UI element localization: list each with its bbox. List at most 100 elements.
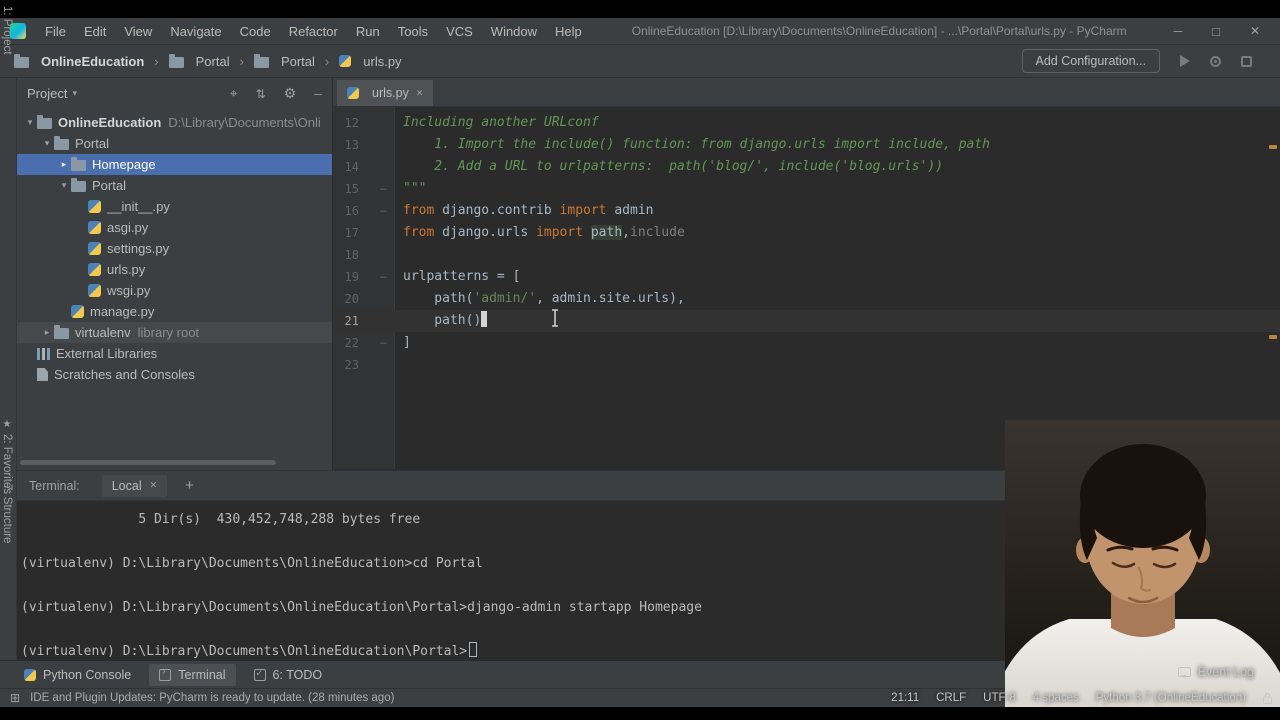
tree-item-sublabel: D:\Library\Documents\Onli — [168, 115, 321, 130]
tree-item-homepage[interactable]: ▸ Homepage — [17, 154, 332, 175]
python-file-icon — [339, 55, 352, 67]
scrollbar-warning-mark — [1269, 145, 1277, 149]
menu-item-code[interactable]: Code — [231, 20, 280, 43]
line-number: 16 — [344, 204, 359, 218]
fold-marker-icon[interactable]: − — [359, 332, 395, 354]
code-line-18[interactable]: 18 — [333, 244, 1280, 266]
tool-stripe-project[interactable]: 1: Project — [1, 6, 13, 55]
line-separator-widget[interactable]: CRLF — [936, 692, 966, 704]
tree-item-onlineeducation[interactable]: ▾ OnlineEducation D:\Library\Documents\Onl… — [17, 112, 332, 133]
code-line-23[interactable]: 23 — [333, 354, 1280, 376]
tree-item-manage-py[interactable]: manage.py — [17, 301, 332, 322]
tree-item-virtualenv[interactable]: ▸ virtualenv library root — [17, 322, 332, 343]
tree-item-urls-py[interactable]: urls.py — [17, 259, 332, 280]
code-line-16[interactable]: 16− from django.contrib import admin — [333, 200, 1280, 222]
select-opened-file-icon[interactable] — [230, 85, 238, 102]
code-line-22[interactable]: 22−] — [333, 332, 1280, 354]
code-text: """ — [403, 181, 427, 196]
fold-marker-spacer — [359, 222, 395, 244]
menu-item-vcs[interactable]: VCS — [437, 20, 482, 43]
expand-arrow-icon[interactable]: ▾ — [57, 180, 71, 191]
coverage-icon[interactable] — [1241, 55, 1252, 67]
scrollbar-warning-mark — [1269, 335, 1277, 339]
code-line-15[interactable]: 15− """ — [333, 178, 1280, 200]
maximize-icon[interactable] — [1212, 24, 1220, 39]
code-line-13[interactable]: 13 1. Import the include() function: fro… — [333, 134, 1280, 156]
expand-arrow-icon[interactable]: ▾ — [23, 117, 37, 128]
tree-item-portal[interactable]: ▾ Portal — [17, 133, 332, 154]
debug-icon[interactable] — [1210, 55, 1221, 67]
fold-marker-icon[interactable]: − — [359, 200, 395, 222]
menu-item-help[interactable]: Help — [546, 20, 591, 43]
close-tab-icon[interactable] — [416, 88, 424, 99]
menu-item-tools[interactable]: Tools — [389, 20, 437, 43]
toolwindow-button-terminal[interactable]: Terminal — [149, 663, 236, 686]
collapse-all-icon[interactable] — [256, 85, 266, 101]
tool-stripe-favorites[interactable]: ★ 2: Favorites — [1, 419, 13, 494]
status-message[interactable]: IDE and Plugin Updates: PyCharm is ready… — [30, 692, 394, 704]
fold-marker-icon[interactable]: − — [359, 178, 395, 200]
expand-arrow-icon[interactable]: ▸ — [40, 327, 54, 338]
minimize-icon[interactable] — [1174, 24, 1183, 38]
project-view-selector[interactable]: Project ▾ — [27, 86, 77, 101]
tool-stripe-structure[interactable]: 7: Structure — [1, 484, 13, 543]
menu-item-view[interactable]: View — [115, 20, 161, 43]
breadcrumb-item-onlineeducation[interactable]: OnlineEducation — [14, 53, 144, 69]
menu-item-run[interactable]: Run — [347, 20, 389, 43]
expand-arrow-icon[interactable]: ▸ — [57, 159, 71, 170]
menu-item-window[interactable]: Window — [482, 20, 546, 43]
gear-icon[interactable] — [284, 85, 297, 102]
terminal-tab-label: Local — [111, 478, 142, 493]
toolwindow-button-6-todo[interactable]: 6: TODO — [244, 664, 333, 686]
code-line-21[interactable]: 21 path() — [333, 310, 1280, 332]
menu-item-navigate[interactable]: Navigate — [161, 20, 230, 43]
event-log-button[interactable]: Event Log — [1177, 665, 1254, 679]
menu-item-edit[interactable]: Edit — [75, 20, 115, 43]
tree-item-external-libraries[interactable]: External Libraries — [17, 343, 332, 364]
fold-marker-spacer — [359, 288, 395, 310]
breadcrumb-item-portal[interactable]: Portal — [253, 53, 315, 69]
run-icon[interactable] — [1180, 55, 1190, 67]
line-number: 18 — [344, 248, 359, 262]
fold-marker-icon[interactable]: − — [359, 266, 395, 288]
tree-item-wsgi-py[interactable]: wsgi.py — [17, 280, 332, 301]
tree-item-scratches-and-consoles[interactable]: Scratches and Consoles — [17, 364, 332, 385]
code-line-12[interactable]: 12 Including another URLconf — [333, 112, 1280, 134]
favorites-star-icon: ★ — [1, 419, 13, 430]
window-title: OnlineEducation [D:\Library\Documents\On… — [631, 24, 1127, 38]
folder-icon — [71, 178, 86, 192]
run-toolbar: Add Configuration... — [1021, 49, 1267, 73]
new-terminal-icon[interactable]: + — [185, 477, 194, 494]
breadcrumb-item-portal[interactable]: Portal — [168, 53, 230, 69]
interpreter-widget[interactable]: Python 3.7 (OnlineEducation) — [1096, 692, 1246, 704]
close-icon[interactable] — [1250, 24, 1260, 38]
lock-icon[interactable] — [1263, 692, 1272, 704]
caret-position-widget[interactable]: 21:11 — [891, 692, 919, 704]
toolwindow-switcher-icon[interactable] — [10, 691, 20, 705]
menu-item-refactor[interactable]: Refactor — [280, 20, 347, 43]
menu-item-file[interactable]: File — [36, 20, 75, 43]
toolwindow-button-python-console[interactable]: Python Console — [14, 664, 141, 686]
terminal-tab-local[interactable]: Local — [101, 474, 168, 497]
code-line-17[interactable]: 17 from django.urls import path,include — [333, 222, 1280, 244]
expand-arrow-icon[interactable]: ▾ — [40, 138, 54, 149]
tree-item-settings-py[interactable]: settings.py — [17, 238, 332, 259]
encoding-widget[interactable]: UTF-8 — [983, 692, 1016, 704]
tree-item-portal[interactable]: ▾ Portal — [17, 175, 332, 196]
code-text: urlpatterns = [ — [403, 269, 521, 284]
project-panel-title: Project — [27, 85, 68, 101]
add-configuration-button[interactable]: Add Configuration... — [1021, 49, 1160, 73]
editor-tab-urls-py[interactable]: urls.py — [337, 80, 434, 106]
horizontal-scrollbar[interactable] — [20, 460, 276, 465]
folder-icon — [14, 53, 29, 68]
code-line-19[interactable]: 19− urlpatterns = [ — [333, 266, 1280, 288]
tree-item-init-py[interactable]: __init__.py — [17, 196, 332, 217]
code-line-14[interactable]: 14 2. Add a URL to urlpatterns: path('bl… — [333, 156, 1280, 178]
code-line-20[interactable]: 20 path('admin/', admin.site.urls), — [333, 288, 1280, 310]
tree-item-asgi-py[interactable]: asgi.py — [17, 217, 332, 238]
indent-widget[interactable]: 4 spaces — [1033, 692, 1079, 704]
close-terminal-tab-icon[interactable] — [150, 480, 158, 491]
editor-body[interactable]: 12 Including another URLconf 13 1. Import … — [333, 107, 1280, 469]
hide-panel-icon[interactable] — [314, 85, 322, 101]
breadcrumb-item-urls-py[interactable]: urls.py — [339, 54, 402, 69]
